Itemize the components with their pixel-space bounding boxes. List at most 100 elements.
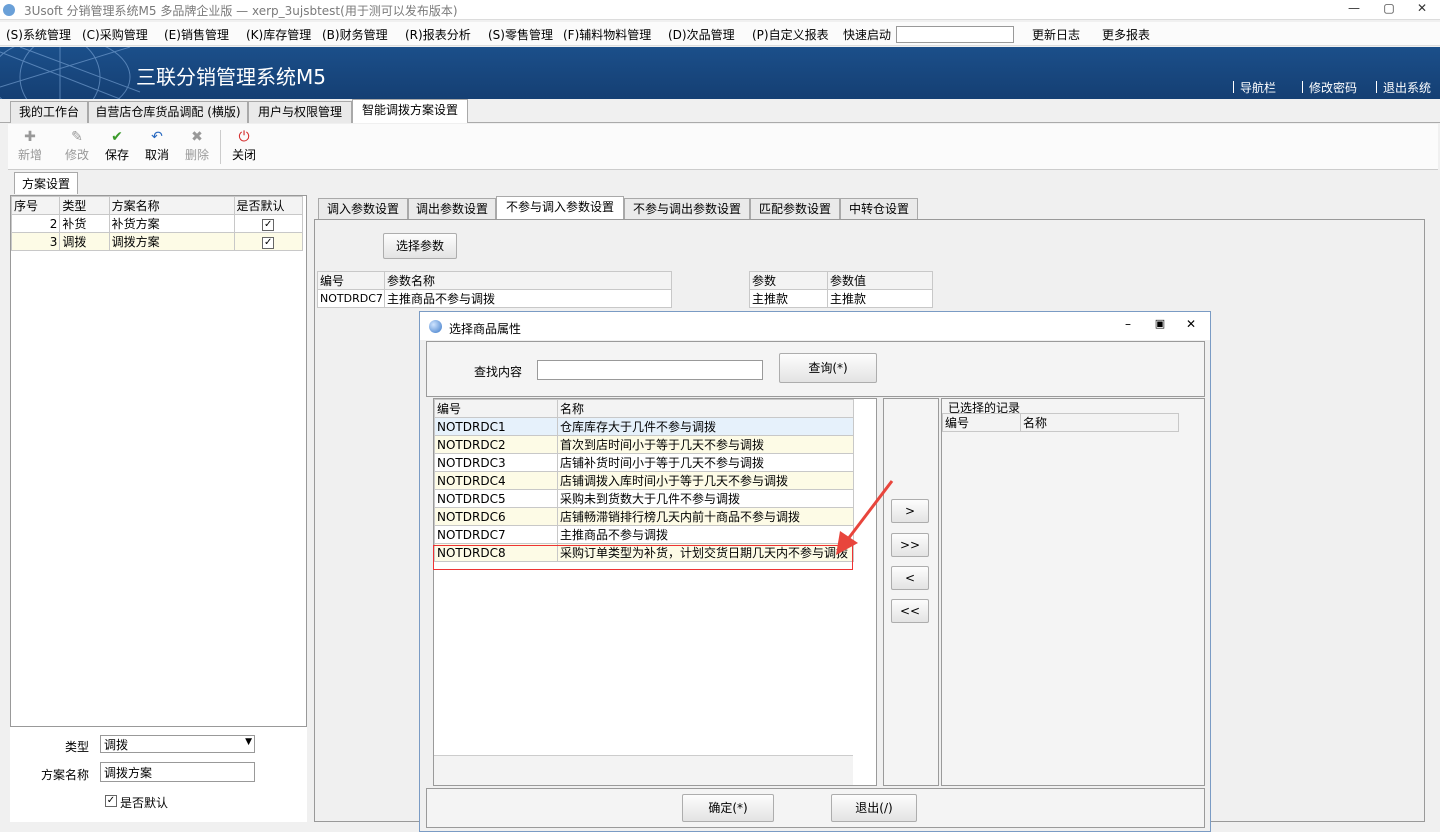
more-reports-link[interactable]: 更多报表 bbox=[1102, 26, 1150, 43]
column-header[interactable]: 编号 bbox=[434, 399, 558, 418]
plus-icon: ✚ bbox=[24, 129, 36, 145]
close-tab-button[interactable]: ⏻ 关闭 bbox=[226, 128, 262, 163]
undo-icon: ↶ bbox=[151, 129, 163, 145]
toolbar: ✚ 新增 ✎ 修改 ✔ 保存 ↶ 取消 ✖ 删除 ⏻ 关闭 bbox=[8, 124, 1438, 170]
menu-system[interactable]: (S)系统管理 bbox=[6, 26, 71, 43]
header-banner: 三联分销管理系统M5 导航栏 修改密码 退出系统 bbox=[0, 47, 1440, 99]
save-button[interactable]: ✔ 保存 bbox=[99, 128, 135, 163]
table-row[interactable]: NOTDRDC6 店铺畅滞销排行榜几天内前十商品不参与调拨 bbox=[434, 507, 854, 526]
scheme-name-input[interactable]: 调拨方案 bbox=[100, 762, 255, 782]
quick-start-input[interactable] bbox=[896, 26, 1014, 43]
column-header[interactable]: 编号 bbox=[942, 413, 1021, 432]
type-select[interactable]: 调拨 ▼ bbox=[100, 735, 255, 753]
minimize-button[interactable]: — bbox=[1340, 1, 1368, 19]
menu-purchase[interactable]: (C)采购管理 bbox=[82, 26, 148, 43]
column-header[interactable]: 是否默认 bbox=[233, 196, 303, 215]
tab-smart-transfer-settings[interactable]: 智能调拨方案设置 bbox=[352, 99, 468, 123]
menu-inventory[interactable]: (K)库存管理 bbox=[246, 26, 311, 43]
table-row[interactable]: NOTDRDC3 店铺补货时间小于等于几天不参与调拨 bbox=[434, 453, 854, 472]
menu-sales[interactable]: (E)销售管理 bbox=[164, 26, 229, 43]
tab-scheme-settings[interactable]: 方案设置 bbox=[14, 172, 78, 194]
tab-matching-params[interactable]: 匹配参数设置 bbox=[750, 198, 840, 220]
table-row[interactable]: 2 补货 补货方案 ✓ bbox=[10, 214, 303, 233]
column-header[interactable]: 方案名称 bbox=[108, 196, 235, 215]
dialog-close-button[interactable]: ✕ bbox=[1183, 317, 1199, 331]
query-button[interactable]: 查询(*) bbox=[779, 353, 877, 383]
move-left-button[interactable]: < bbox=[891, 566, 929, 590]
menu-retail[interactable]: (S)零售管理 bbox=[488, 26, 553, 43]
maximize-button[interactable]: ▢ bbox=[1375, 1, 1403, 19]
tab-transfer-in-params[interactable]: 调入参数设置 bbox=[318, 198, 408, 220]
column-header[interactable]: 名称 bbox=[557, 399, 854, 418]
changelog-link[interactable]: 更新日志 bbox=[1032, 26, 1080, 43]
default-checkbox[interactable]: ✓ bbox=[262, 237, 275, 249]
annotation-arrow-icon bbox=[836, 480, 894, 555]
ok-button[interactable]: 确定(*) bbox=[682, 794, 774, 822]
cancel-button[interactable]: ↶ 取消 bbox=[139, 128, 175, 163]
row-name: 店铺补货时间小于等于几天不参与调拨 bbox=[557, 453, 854, 472]
window-title: 3Usoft 分销管理系统M5 多品牌企业版 — xerp_3ujsbtest(… bbox=[24, 4, 458, 18]
row-name: 采购未到货数大于几件不参与调拨 bbox=[557, 489, 854, 508]
dialog-minimize-button[interactable]: – bbox=[1120, 317, 1136, 331]
menu-accessories[interactable]: (F)辅料物料管理 bbox=[563, 26, 651, 43]
select-param-button[interactable]: 选择参数 bbox=[383, 233, 457, 259]
table-row[interactable]: 3 调拨 调拨方案 ✓ bbox=[10, 232, 303, 251]
row-name: 补货方案 bbox=[108, 214, 235, 233]
app-icon bbox=[3, 4, 15, 16]
tab-users-permissions[interactable]: 用户与权限管理 bbox=[248, 101, 352, 123]
search-input[interactable] bbox=[537, 360, 763, 380]
change-password-link[interactable]: 修改密码 bbox=[1309, 79, 1357, 96]
divider bbox=[1233, 81, 1234, 93]
menu-finance[interactable]: (B)财务管理 bbox=[322, 26, 388, 43]
tab-transfer-out-params[interactable]: 调出参数设置 bbox=[408, 198, 496, 220]
close-button[interactable]: ✕ bbox=[1408, 1, 1436, 19]
row-type: 补货 bbox=[59, 214, 110, 233]
move-all-left-button[interactable]: << bbox=[891, 599, 929, 623]
new-button[interactable]: ✚ 新增 bbox=[12, 128, 48, 163]
row-name: 主推商品不参与调拨 bbox=[557, 525, 854, 544]
table-row[interactable]: NOTDRDC7 主推商品不参与调拨 bbox=[434, 525, 854, 544]
table-row[interactable]: NOTDRDC4 店铺调拨入库时间小于等于几天不参与调拨 bbox=[434, 471, 854, 490]
tab-exclude-transfer-out[interactable]: 不参与调出参数设置 bbox=[624, 198, 750, 220]
column-header[interactable]: 类型 bbox=[59, 196, 110, 215]
nav-link[interactable]: 导航栏 bbox=[1240, 79, 1276, 96]
grid-header-row: 序号 类型 方案名称 是否默认 bbox=[10, 196, 303, 215]
dialog-footer: 确定(*) 退出(/) bbox=[426, 788, 1205, 828]
menu-custom-reports[interactable]: (P)自定义报表 bbox=[752, 26, 829, 43]
column-header[interactable]: 序号 bbox=[10, 196, 61, 215]
column-header[interactable]: 名称 bbox=[1020, 413, 1179, 432]
banner-title: 三联分销管理系统M5 bbox=[136, 65, 326, 89]
table-row[interactable]: NOTDRDC7 主推商品不参与调拨 bbox=[317, 289, 672, 308]
column-header[interactable]: 参数值 bbox=[827, 271, 933, 290]
menu-defects[interactable]: (D)次品管理 bbox=[668, 26, 735, 43]
chevron-down-icon: ▼ bbox=[245, 737, 252, 747]
tab-exclude-transfer-in[interactable]: 不参与调入参数设置 bbox=[496, 196, 624, 220]
default-checkbox[interactable]: ✓ bbox=[105, 795, 117, 807]
edit-icon: ✎ bbox=[71, 129, 83, 145]
default-checkbox[interactable]: ✓ bbox=[262, 219, 275, 231]
column-header[interactable]: 参数 bbox=[749, 271, 828, 290]
column-header[interactable]: 编号 bbox=[317, 271, 385, 290]
toolbar-separator bbox=[220, 130, 221, 164]
table-row[interactable]: NOTDRDC1 仓库库存大于几件不参与调拨 bbox=[434, 417, 854, 436]
dialog-maximize-button[interactable]: ▣ bbox=[1152, 317, 1168, 330]
table-row[interactable]: NOTDRDC2 首次到店时间小于等于几天不参与调拨 bbox=[434, 435, 854, 454]
menu-reports[interactable]: (R)报表分析 bbox=[405, 26, 471, 43]
delete-button[interactable]: ✖ 删除 bbox=[179, 128, 215, 163]
selected-list-panel: 已选择的记录 编号 名称 bbox=[941, 398, 1205, 786]
tab-store-allocation[interactable]: 自营店仓库货品调配 (横版) bbox=[88, 101, 248, 123]
tab-workbench[interactable]: 我的工作台 bbox=[10, 101, 88, 123]
column-header[interactable]: 参数名称 bbox=[384, 271, 672, 290]
edit-button[interactable]: ✎ 修改 bbox=[59, 128, 95, 163]
row-code: NOTDRDC3 bbox=[434, 453, 558, 472]
logout-link[interactable]: 退出系统 bbox=[1383, 79, 1431, 96]
table-row[interactable]: 主推款 主推款 bbox=[749, 289, 933, 308]
table-row[interactable]: NOTDRDC5 采购未到货数大于几件不参与调拨 bbox=[434, 489, 854, 508]
param-grid: 编号 参数名称 NOTDRDC7 主推商品不参与调拨 bbox=[317, 271, 672, 308]
row-number: 3 bbox=[10, 232, 61, 251]
grid-header-row: 参数 参数值 bbox=[749, 271, 933, 290]
tab-transit-warehouse[interactable]: 中转仓设置 bbox=[840, 198, 918, 220]
row-name: 店铺调拨入库时间小于等于几天不参与调拨 bbox=[557, 471, 854, 490]
exit-button[interactable]: 退出(/) bbox=[831, 794, 917, 822]
param-name: 主推商品不参与调拨 bbox=[384, 289, 672, 308]
